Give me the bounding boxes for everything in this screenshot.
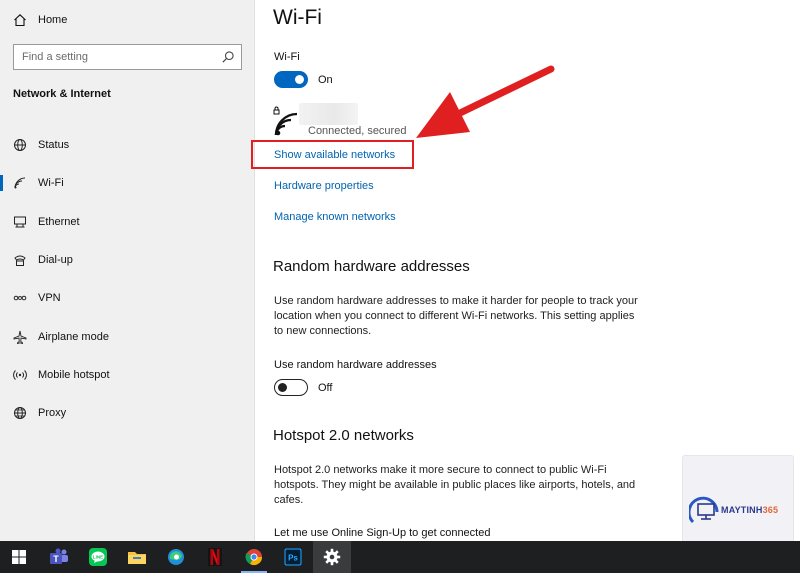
globe-icon [12,405,28,421]
home-label: Home [38,14,68,26]
search-input[interactable] [14,45,214,69]
globe-status-icon [12,137,28,153]
watermark-brand: MAYTINH365 [721,505,779,515]
file-explorer-taskbar-button[interactable] [118,541,156,573]
settings-icon [323,548,341,566]
edge-taskbar-button[interactable] [157,541,195,573]
settings-sidebar: Home Network & Internet Status Wi-Fi Eth… [0,0,255,541]
sidebar-item-label: VPN [38,292,61,305]
sidebar-item-mobile-hotspot[interactable]: Mobile hotspot [0,356,254,394]
random-hardware-toggle[interactable] [274,379,308,396]
wifi-toggle-label: Wi-Fi [274,51,300,63]
manage-known-networks-link[interactable]: Manage known networks [274,211,396,223]
ethernet-icon [12,214,28,230]
random-hardware-description: Use random hardware addresses to make it… [274,295,638,337]
wifi-toggle[interactable] [274,71,308,88]
photoshop-taskbar-button[interactable]: Ps [274,541,312,573]
sidebar-item-label: Wi-Fi [38,177,64,190]
teams-icon: T [50,548,68,564]
sidebar-item-label: Dial-up [38,254,73,267]
random-hardware-heading: Random hardware addresses [273,258,470,275]
network-status: Connected, secured [308,125,407,137]
dialup-icon [12,252,28,268]
airplane-icon [12,329,28,345]
page-title: Wi-Fi [273,6,322,29]
sidebar-item-dialup[interactable]: Dial-up [0,241,254,279]
line-taskbar-button[interactable]: LINE [79,541,117,573]
wifi-icon [12,175,28,191]
netflix-taskbar-button[interactable] [196,541,234,573]
online-signup-label: Let me use Online Sign-Up to get connect… [274,527,491,539]
chrome-taskbar-button[interactable] [235,541,273,573]
photoshop-icon: Ps [284,548,302,566]
home-nav[interactable]: Home [13,10,67,30]
windows-taskbar: T LINE Ps [0,541,800,573]
sidebar-item-label: Airplane mode [38,330,109,343]
teams-taskbar-button[interactable]: T [40,541,78,573]
sidebar-item-proxy[interactable]: Proxy [0,394,254,432]
hotspot-description: Hotspot 2.0 networks make it more secure… [274,464,636,506]
windows-start-icon [12,550,26,564]
home-icon [13,13,29,27]
svg-text:Ps: Ps [288,554,298,563]
file-explorer-icon [128,552,146,564]
hotspot-heading: Hotspot 2.0 networks [273,427,414,444]
network-name-blurred[interactable] [299,103,358,125]
search-icon[interactable] [221,50,235,64]
settings-taskbar-button[interactable] [313,541,351,573]
sidebar-item-label: Status [38,139,70,152]
secured-wifi-icon [273,106,298,136]
sidebar-item-label: Mobile hotspot [38,368,110,381]
netflix-icon [208,548,222,566]
random-hardware-toggle-state: Off [318,382,333,394]
sidebar-item-label: Ethernet [38,215,80,228]
hotspot-icon [12,367,28,383]
sidebar-item-status[interactable]: Status [0,126,254,164]
svg-text:T: T [53,554,59,564]
sidebar-item-wifi[interactable]: Wi-Fi [0,164,254,202]
vpn-icon [12,290,28,306]
sidebar-item-airplane-mode[interactable]: Airplane mode [0,317,254,355]
start-button[interactable] [0,541,38,573]
maytinh-logo-icon [689,496,719,524]
sidebar-item-vpn[interactable]: VPN [0,279,254,317]
wifi-toggle-state: On [318,74,333,86]
section-title: Network & Internet [13,88,111,100]
annotation-highlight-box [251,140,414,169]
line-icon: LINE [89,548,107,566]
chrome-icon [245,549,263,566]
edge-icon [168,549,184,565]
sidebar-item-label: Proxy [38,407,67,420]
annotation-arrow-icon [416,65,555,138]
random-hardware-toggle-label: Use random hardware addresses [274,359,437,371]
hardware-properties-link[interactable]: Hardware properties [274,180,374,192]
sidebar-item-ethernet[interactable]: Ethernet [0,203,254,241]
sidebar-nav: Status Wi-Fi Ethernet Dial-up VPN Airpla… [0,126,254,432]
svg-text:LINE: LINE [93,555,103,560]
search-box[interactable] [13,44,242,70]
